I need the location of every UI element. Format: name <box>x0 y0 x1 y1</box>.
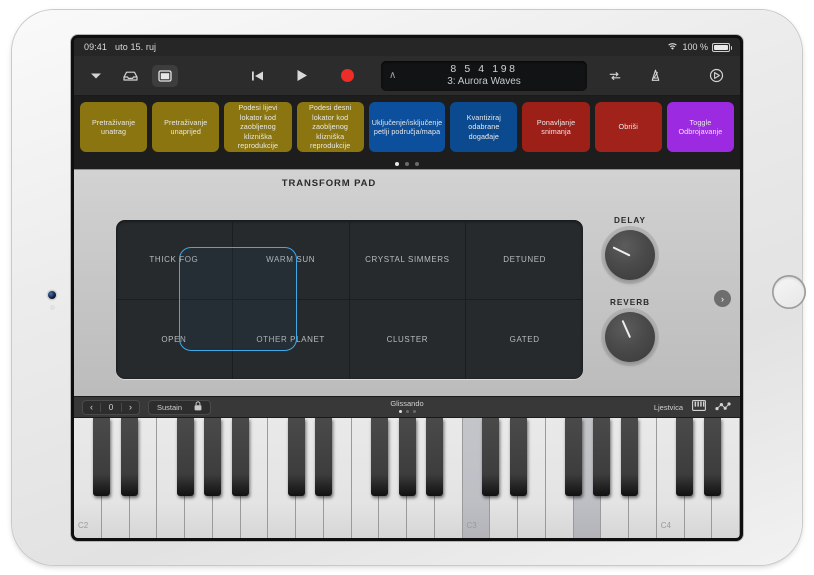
transform-pad-cell-0[interactable]: THICK FOG <box>116 220 233 300</box>
lcd-display[interactable]: ∧ 8 5 4 198 3: Aurora Waves <box>381 60 587 91</box>
page-dot-2[interactable] <box>415 161 419 166</box>
plugin-panel: TRANSFORM PAD THICK FOG WARM SUN CRYSTAL S… <box>74 169 740 396</box>
command-button-2[interactable]: Podesi lijevi lokator kod zaobljenog kli… <box>224 102 292 152</box>
black-key-14[interactable] <box>481 418 499 496</box>
transform-pad-cell-6[interactable]: CLUSTER <box>350 299 467 379</box>
play-icon[interactable] <box>290 65 314 87</box>
delay-knob[interactable] <box>605 230 655 280</box>
octave-label: C4 <box>660 521 671 530</box>
wifi-icon <box>667 42 678 53</box>
black-key-11[interactable] <box>398 418 416 496</box>
command-button-8[interactable]: Toggle Odbrojavanje <box>666 102 735 152</box>
chevron-right-icon[interactable]: › <box>714 290 731 307</box>
battery-icon <box>712 42 732 52</box>
battery-percent-label: 100 % <box>682 42 708 52</box>
record-icon[interactable] <box>335 65 359 87</box>
lcd-position: 8 5 4 198 <box>450 63 518 75</box>
transform-pad-cell-3[interactable]: DETUNED <box>466 220 583 300</box>
transform-pad-title: TRANSFORM PAD <box>281 178 377 189</box>
delay-knob-group: DELAY <box>587 216 673 280</box>
command-button-5[interactable]: Kvantiziraj odabrane događaje <box>450 102 518 152</box>
octave-selector[interactable]: ‹ 0 › <box>82 399 140 415</box>
black-key-4[interactable] <box>204 418 222 496</box>
control-bar: ∧ 8 5 4 198 3: Aurora Waves <box>74 56 740 96</box>
delay-knob-pointer <box>612 246 631 257</box>
lock-icon[interactable] <box>194 398 202 416</box>
page-dot-0[interactable] <box>395 161 399 166</box>
lcd-track-name: 3: Aurora Waves <box>447 76 521 87</box>
octave-label: C2 <box>78 521 89 530</box>
keyboard-icon[interactable] <box>692 398 706 416</box>
cycle-icon[interactable] <box>603 65 627 87</box>
black-key-8[interactable] <box>315 418 333 496</box>
glissando-dot-0[interactable] <box>398 410 402 413</box>
black-key-17[interactable] <box>565 418 582 496</box>
glissando-dot-1[interactable] <box>405 410 409 413</box>
transform-pad-cell-2[interactable]: CRYSTAL SIMMERS <box>349 220 467 300</box>
octave-down-button[interactable]: ‹ <box>83 402 100 412</box>
black-key-3[interactable] <box>176 418 194 496</box>
transform-pad-cell-7[interactable]: GATED <box>466 300 583 380</box>
black-key-15[interactable] <box>509 418 527 496</box>
black-key-5[interactable] <box>232 418 249 496</box>
sustain-label: Sustain <box>157 402 183 412</box>
command-button-7[interactable]: Obriši <box>594 102 662 152</box>
black-key-21[interactable] <box>676 418 693 496</box>
keyboard-toolbar: ‹ 0 › Sustain Glissando Ljestvica <box>74 396 740 418</box>
black-key-22[interactable] <box>703 418 721 496</box>
home-button[interactable] <box>772 275 806 309</box>
black-key-19[interactable] <box>620 418 638 496</box>
settings-icon[interactable] <box>704 65 728 87</box>
screen: 09:41 uto 15. ruj 100 % ∧ 8 5 4 198 3: A… <box>74 38 740 538</box>
black-key-18[interactable] <box>592 418 610 496</box>
rewind-to-start-icon[interactable] <box>245 65 269 87</box>
octave-up-button[interactable]: › <box>122 402 139 412</box>
command-button-6[interactable]: Ponavljanje snimanja <box>522 102 590 152</box>
transform-pad-cell-5[interactable]: OTHER PLANET <box>233 299 350 379</box>
sustain-control[interactable]: Sustain <box>148 398 212 416</box>
metronome-icon[interactable] <box>643 65 667 87</box>
transform-pad[interactable]: THICK FOG WARM SUN CRYSTAL SIMMERS DETUNED O… <box>116 220 583 379</box>
arpeggiator-icon[interactable] <box>715 398 731 416</box>
status-time: 09:41 <box>84 42 108 52</box>
command-strip-page-dots[interactable] <box>74 158 740 169</box>
command-button-0[interactable]: Pretraživanje unatrag <box>80 102 148 152</box>
page-dot-1[interactable] <box>405 161 409 166</box>
ipad-device-frame: 09:41 uto 15. ruj 100 % ∧ 8 5 4 198 3: A… <box>12 10 806 565</box>
front-camera <box>48 291 56 299</box>
octave-label: C3 <box>466 521 477 530</box>
black-key-12[interactable] <box>426 418 444 496</box>
black-key-10[interactable] <box>370 418 388 496</box>
scale-label[interactable]: Ljestvica <box>654 403 683 412</box>
piano-keyboard[interactable]: C2 C3 C4 <box>74 418 740 538</box>
ambient-light-sensor <box>51 306 54 309</box>
octave-value: 0 <box>100 402 122 412</box>
command-button-1[interactable]: Pretraživanje unaprijed <box>152 102 220 152</box>
view-toggle-icon[interactable] <box>152 64 178 87</box>
glissando-dot-2[interactable] <box>412 410 416 413</box>
transform-pad-cell-4[interactable]: OPEN <box>116 299 233 379</box>
black-key-0[interactable] <box>93 418 111 496</box>
command-button-4[interactable]: Uključenje/isključenje petlji područja/m… <box>368 102 446 152</box>
transform-pad-cell-1[interactable]: WARM SUN <box>232 220 350 300</box>
status-date: uto 15. ruj <box>115 42 157 52</box>
lcd-expand-icon[interactable]: ∧ <box>389 70 396 81</box>
delay-knob-label: DELAY <box>614 216 646 225</box>
loop-browser-icon[interactable] <box>118 65 142 87</box>
black-key-7[interactable] <box>287 418 305 496</box>
chevron-down-icon[interactable] <box>84 65 108 87</box>
reverb-knob[interactable] <box>605 312 655 362</box>
reverb-knob-pointer <box>621 320 631 339</box>
command-button-3[interactable]: Podesi desni lokator kod zaobljenog kliz… <box>296 102 364 152</box>
reverb-knob-group: REVERB <box>587 298 673 362</box>
black-key-1[interactable] <box>121 418 138 496</box>
status-bar: 09:41 uto 15. ruj 100 % <box>74 38 740 56</box>
reverb-knob-label: REVERB <box>609 298 651 307</box>
command-button-strip: Pretraživanje unatrag Pretraživanje unapr… <box>74 96 740 158</box>
